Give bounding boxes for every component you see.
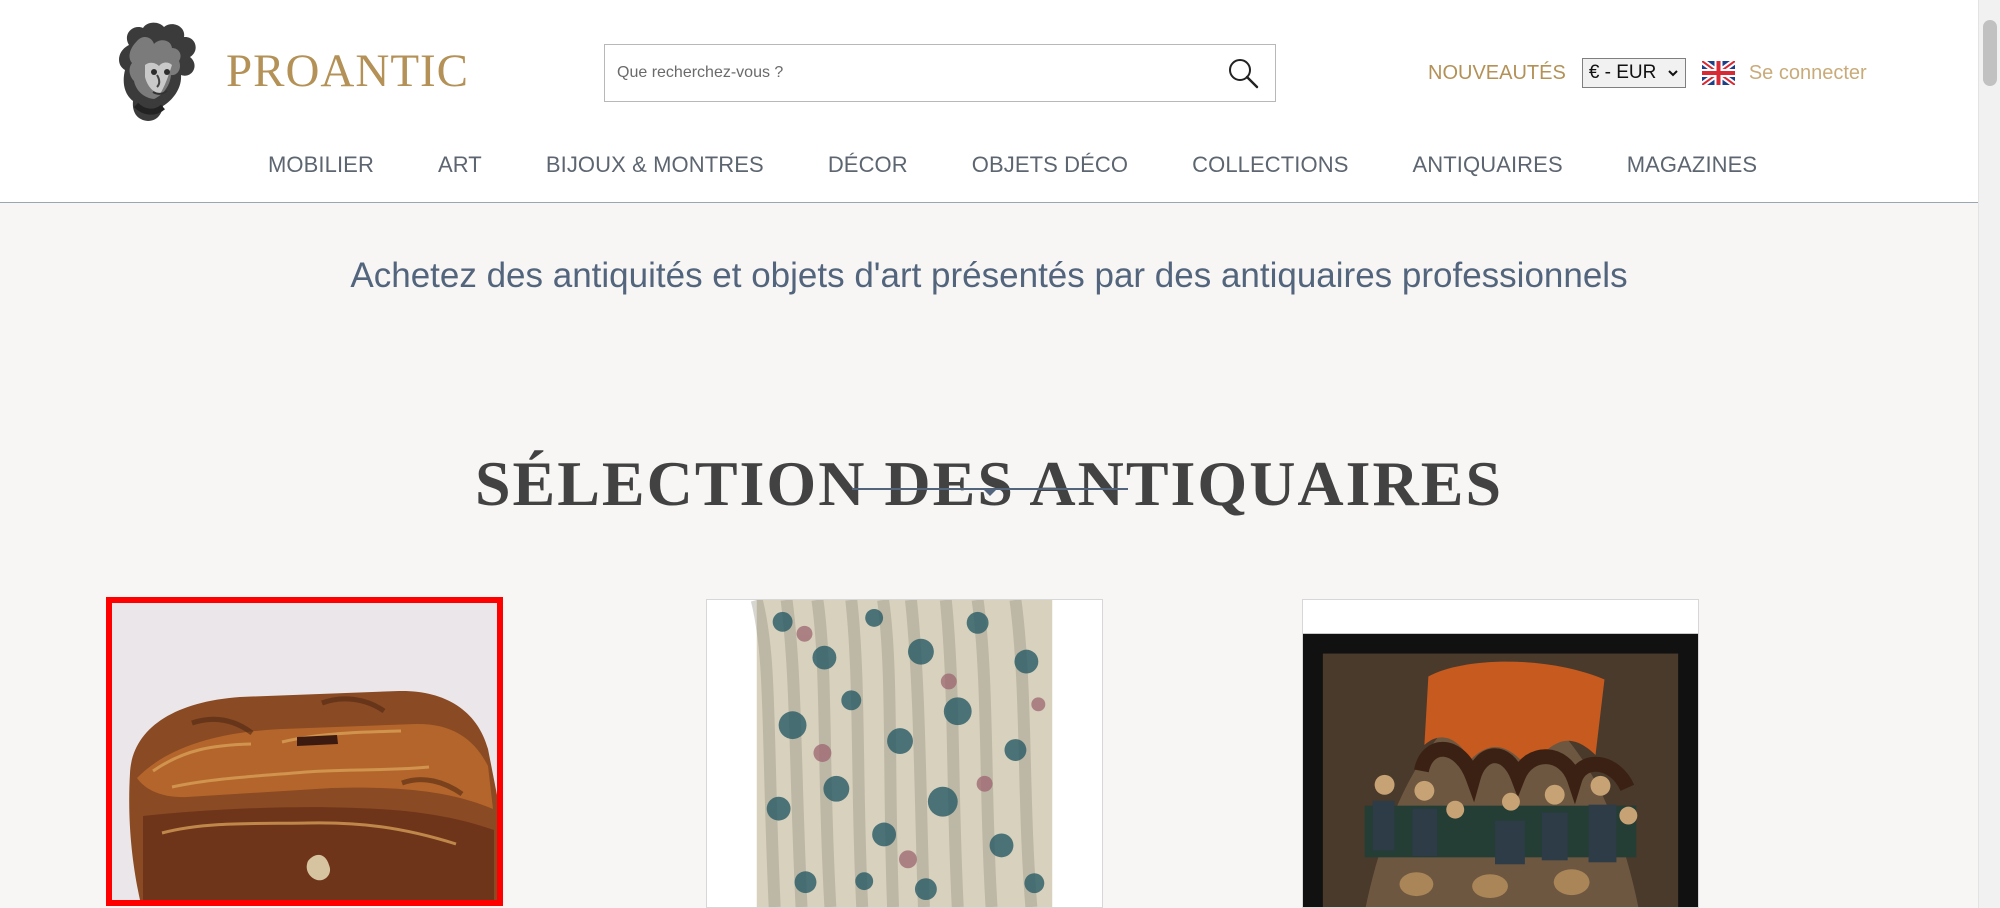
title-divider <box>852 488 1128 496</box>
home-logo-link[interactable]: PROANTIC <box>112 20 469 122</box>
product-card-tavern-painting[interactable] <box>1302 599 1699 908</box>
chevron-down-icon <box>1668 70 1678 77</box>
brand-name: PROANTIC <box>226 44 470 97</box>
nav-item-magazines[interactable]: MAGAZINES <box>1627 154 1757 176</box>
vertical-scrollbar[interactable] <box>1978 0 2000 908</box>
nav-item-decor[interactable]: DÉCOR <box>828 154 908 176</box>
tavern-painting-image <box>1303 600 1698 907</box>
login-link[interactable]: Se connecter <box>1749 63 1867 83</box>
floral-curtains-image <box>707 600 1102 907</box>
nav-item-art[interactable]: ART <box>438 154 482 176</box>
proantic-page: PROANTIC NOUVEAUTÉS € - EUR <box>0 0 2000 908</box>
search-box[interactable] <box>604 44 1276 102</box>
search-icon <box>1229 59 1259 89</box>
main-navigation: MOBILIER ART BIJOUX & MONTRES DÉCOR OBJE… <box>268 150 1757 180</box>
product-card-carved-box[interactable] <box>106 597 503 906</box>
header-actions: NOUVEAUTÉS € - EUR Se connecter <box>1428 58 1867 88</box>
nav-item-mobilier[interactable]: MOBILIER <box>268 154 374 176</box>
uk-flag-icon[interactable] <box>1701 61 1735 85</box>
new-items-link[interactable]: NOUVEAUTÉS <box>1428 63 1566 83</box>
product-card-floral-curtains[interactable] <box>706 599 1103 908</box>
currency-value: € - EUR <box>1588 62 1657 83</box>
nav-item-bijoux-montres[interactable]: BIJOUX & MONTRES <box>546 154 764 176</box>
nav-item-objets-deco[interactable]: OBJETS DÉCO <box>972 154 1128 176</box>
nav-item-antiquaires[interactable]: ANTIQUAIRES <box>1412 154 1562 176</box>
currency-select[interactable]: € - EUR <box>1581 58 1686 88</box>
search-input[interactable] <box>605 45 1211 101</box>
search-button[interactable] <box>1211 45 1275 101</box>
site-header: PROANTIC NOUVEAUTÉS € - EUR <box>0 0 1978 203</box>
carved-box-image <box>112 603 497 900</box>
scrollbar-thumb[interactable] <box>1983 20 1997 86</box>
classical-head-icon <box>119 22 196 121</box>
nav-item-collections[interactable]: COLLECTIONS <box>1192 154 1348 176</box>
hero-tagline: Achetez des antiquités et objets d'art p… <box>350 256 1628 295</box>
